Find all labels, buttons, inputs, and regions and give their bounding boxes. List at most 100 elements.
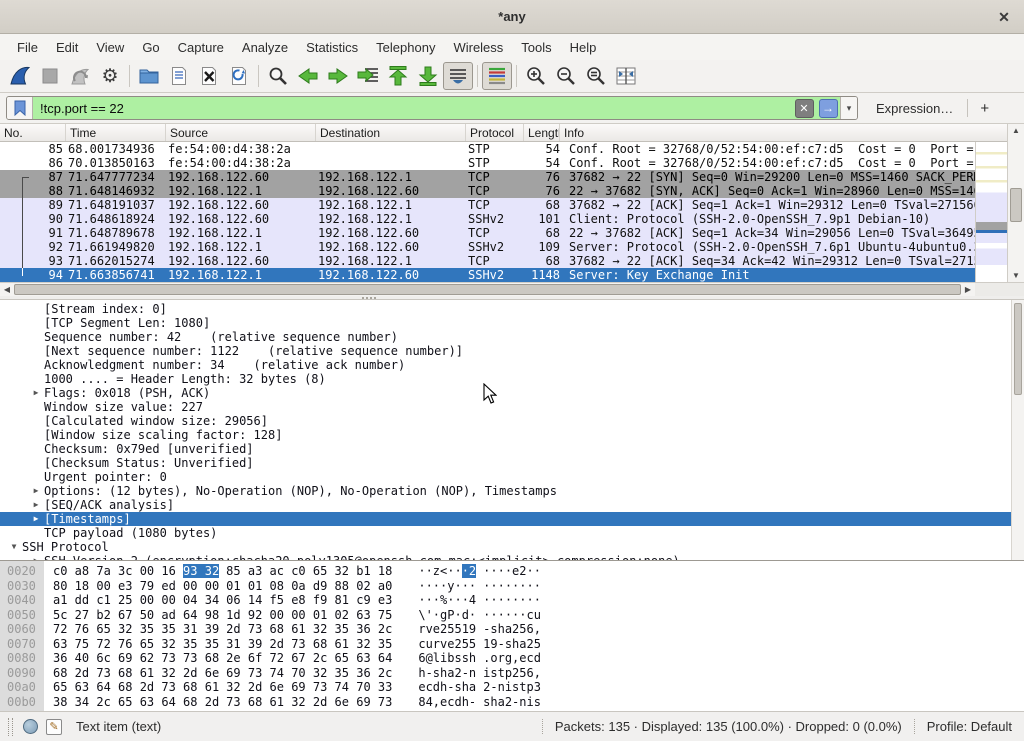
column-header-protocol[interactable]: Protocol bbox=[466, 124, 524, 141]
scrollbar-thumb[interactable] bbox=[1014, 303, 1022, 395]
detail-vertical-scrollbar[interactable] bbox=[1011, 300, 1024, 560]
packet-row[interactable]: 91 71.648789678 192.168.122.1 192.168.12… bbox=[0, 226, 975, 240]
go-last-packet-icon[interactable] bbox=[413, 62, 443, 90]
hex-row[interactable]: 0030 80 18 00 e3 79 ed 00 00 01 01 08 0a… bbox=[0, 579, 1024, 594]
packet-list-horizontal-scrollbar[interactable]: ◀ ▶ bbox=[0, 282, 975, 296]
menu-item[interactable]: Statistics bbox=[297, 36, 367, 59]
zoom-out-icon[interactable] bbox=[551, 62, 581, 90]
packet-row[interactable]: 90 71.648618924 192.168.122.60 192.168.1… bbox=[0, 212, 975, 226]
column-header-destination[interactable]: Destination bbox=[316, 124, 466, 141]
start-capture-icon[interactable] bbox=[5, 62, 35, 90]
scroll-left-arrow[interactable]: ◀ bbox=[0, 283, 14, 296]
menu-item[interactable]: Wireless bbox=[444, 36, 512, 59]
expand-arrow-icon[interactable] bbox=[28, 358, 44, 372]
profile-text[interactable]: Profile: Default bbox=[914, 719, 1016, 734]
menu-item[interactable]: View bbox=[87, 36, 133, 59]
packet-list-vertical-scrollbar[interactable]: ▲ ▼ bbox=[1007, 124, 1024, 282]
filter-bookmark-icon[interactable] bbox=[7, 97, 33, 119]
packet-row[interactable]: 89 71.648191037 192.168.122.60 192.168.1… bbox=[0, 198, 975, 212]
detail-line[interactable]: Sequence number: 42 (relative sequence n… bbox=[0, 330, 1024, 344]
scrollbar-thumb[interactable] bbox=[1010, 188, 1022, 222]
expand-arrow-icon[interactable] bbox=[28, 302, 44, 316]
detail-line[interactable]: ▶ [Timestamps] bbox=[0, 512, 1024, 526]
expand-arrow-icon[interactable] bbox=[28, 400, 44, 414]
detail-line[interactable]: Urgent pointer: 0 bbox=[0, 470, 1024, 484]
stop-capture-icon[interactable] bbox=[35, 62, 65, 90]
detail-line[interactable]: ▶ Options: (12 bytes), No-Operation (NOP… bbox=[0, 484, 1024, 498]
detail-line[interactable]: [Calculated window size: 29056] bbox=[0, 414, 1024, 428]
detail-line[interactable]: [Window size scaling factor: 128] bbox=[0, 428, 1024, 442]
packet-row[interactable]: 92 71.661949820 192.168.122.1 192.168.12… bbox=[0, 240, 975, 254]
detail-line[interactable]: [TCP Segment Len: 1080] bbox=[0, 316, 1024, 330]
menu-item[interactable]: File bbox=[8, 36, 47, 59]
filter-apply-button[interactable]: → bbox=[816, 97, 840, 119]
menu-item[interactable]: Help bbox=[561, 36, 606, 59]
expand-arrow-icon[interactable] bbox=[28, 526, 44, 540]
detail-line[interactable]: ▼ SSH Protocol bbox=[0, 540, 1024, 554]
hex-row[interactable]: 0060 72 76 65 32 35 35 31 39 2d 73 68 61… bbox=[0, 622, 1024, 637]
expand-arrow-icon[interactable] bbox=[28, 442, 44, 456]
hex-row[interactable]: 0070 63 75 72 76 65 32 35 35 31 39 2d 73… bbox=[0, 637, 1024, 652]
expand-arrow-icon[interactable] bbox=[28, 428, 44, 442]
menu-item[interactable]: Capture bbox=[169, 36, 233, 59]
hex-row[interactable]: 0040 a1 dd c1 25 00 00 04 34 06 14 f5 e8… bbox=[0, 593, 1024, 608]
expand-arrow-icon[interactable]: ▶ bbox=[28, 512, 44, 526]
column-header-length[interactable]: Length bbox=[524, 124, 560, 141]
capture-comment-icon[interactable]: ✎ bbox=[46, 719, 62, 735]
go-to-packet-icon[interactable] bbox=[353, 62, 383, 90]
capture-options-icon[interactable]: ⚙ bbox=[95, 62, 125, 90]
zoom-in-icon[interactable] bbox=[521, 62, 551, 90]
window-close-button[interactable]: ✕ bbox=[994, 7, 1014, 27]
filter-clear-button[interactable]: ✕ bbox=[792, 97, 816, 119]
scrollbar-thumb[interactable] bbox=[14, 284, 961, 295]
detail-line[interactable]: TCP payload (1080 bytes) bbox=[0, 526, 1024, 540]
expand-arrow-icon[interactable] bbox=[28, 344, 44, 358]
detail-line[interactable]: [Stream index: 0] bbox=[0, 302, 1024, 316]
reload-file-icon[interactable] bbox=[224, 62, 254, 90]
expression-button[interactable]: Expression… bbox=[858, 101, 967, 116]
expert-info-icon[interactable] bbox=[23, 719, 38, 734]
column-header-time[interactable]: Time bbox=[66, 124, 166, 141]
filter-dropdown-caret[interactable]: ▾ bbox=[840, 97, 857, 119]
menu-item[interactable]: Telephony bbox=[367, 36, 444, 59]
restart-capture-icon[interactable] bbox=[65, 62, 95, 90]
packet-row[interactable]: 88 71.648146932 192.168.122.1 192.168.12… bbox=[0, 184, 975, 198]
scroll-up-arrow[interactable]: ▲ bbox=[1008, 124, 1024, 137]
detail-line[interactable]: ▶ [SEQ/ACK analysis] bbox=[0, 498, 1024, 512]
hex-row[interactable]: 0090 68 2d 73 68 61 32 2d 6e 69 73 74 70… bbox=[0, 666, 1024, 681]
hex-row[interactable]: 0020 c0 a8 7a 3c 00 16 93 32 85 a3 ac c0… bbox=[0, 564, 1024, 579]
hex-row[interactable]: 0080 36 40 6c 69 62 73 73 68 2e 6f 72 67… bbox=[0, 651, 1024, 666]
detail-line[interactable]: Window size value: 227 bbox=[0, 400, 1024, 414]
detail-line[interactable]: [Next sequence number: 1122 (relative se… bbox=[0, 344, 1024, 358]
intelligent-scrollbar-minimap[interactable] bbox=[975, 142, 1007, 282]
go-first-packet-icon[interactable] bbox=[383, 62, 413, 90]
close-file-icon[interactable] bbox=[194, 62, 224, 90]
menu-item[interactable]: Tools bbox=[512, 36, 560, 59]
menu-item[interactable]: Edit bbox=[47, 36, 87, 59]
zoom-original-icon[interactable] bbox=[581, 62, 611, 90]
add-filter-button[interactable]: + bbox=[968, 100, 1001, 117]
resize-columns-icon[interactable] bbox=[611, 62, 641, 90]
packet-row[interactable]: 85 68.001734936 fe:54:00:d4:38:2a STP 54… bbox=[0, 142, 975, 156]
hex-row[interactable]: 00a0 65 63 64 68 2d 73 68 61 32 2d 6e 69… bbox=[0, 680, 1024, 695]
expand-arrow-icon[interactable] bbox=[28, 470, 44, 484]
expand-arrow-icon[interactable] bbox=[28, 330, 44, 344]
scroll-right-arrow[interactable]: ▶ bbox=[961, 283, 975, 296]
detail-line[interactable]: Checksum: 0x79ed [unverified] bbox=[0, 442, 1024, 456]
display-filter-input[interactable] bbox=[33, 101, 792, 116]
expand-arrow-icon[interactable]: ▶ bbox=[28, 498, 44, 512]
expand-arrow-icon[interactable]: ▶ bbox=[28, 484, 44, 498]
column-header-no[interactable]: No. bbox=[0, 124, 66, 141]
auto-scroll-icon[interactable] bbox=[443, 62, 473, 90]
hex-row[interactable]: 0050 5c 27 b2 67 50 ad 64 98 1d 92 00 00… bbox=[0, 608, 1024, 623]
column-header-source[interactable]: Source bbox=[166, 124, 316, 141]
hex-row[interactable]: 00b0 38 34 2c 65 63 64 68 2d 73 68 61 32… bbox=[0, 695, 1024, 710]
find-packet-icon[interactable] bbox=[263, 62, 293, 90]
expand-arrow-icon[interactable]: ▼ bbox=[6, 540, 22, 554]
detail-line[interactable]: ▶ Flags: 0x018 (PSH, ACK) bbox=[0, 386, 1024, 400]
packet-row[interactable]: 94 71.663856741 192.168.122.1 192.168.12… bbox=[0, 268, 975, 282]
packet-row[interactable]: 87 71.647777234 192.168.122.60 192.168.1… bbox=[0, 170, 975, 184]
expand-arrow-icon[interactable] bbox=[28, 456, 44, 470]
detail-line[interactable]: Acknowledgment number: 34 (relative ack … bbox=[0, 358, 1024, 372]
packet-row[interactable]: 93 71.662015274 192.168.122.60 192.168.1… bbox=[0, 254, 975, 268]
